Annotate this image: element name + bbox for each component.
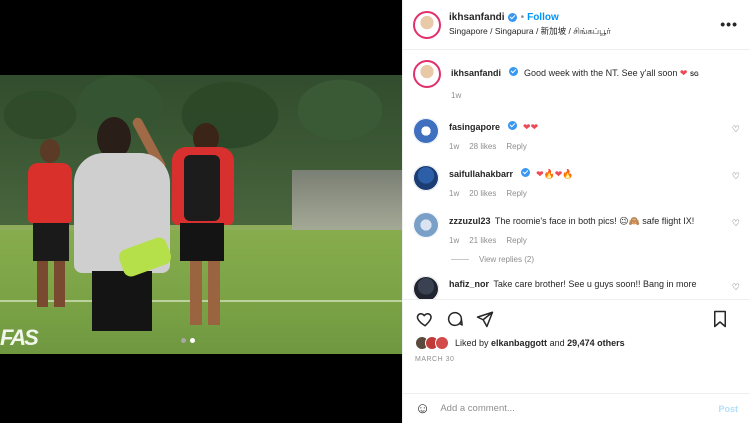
post-media[interactable]: FAS — [0, 0, 402, 423]
emoji-picker-icon[interactable]: ☺ — [415, 400, 430, 417]
carousel-indicator — [181, 338, 195, 343]
commenter-username[interactable]: zzzuzul23 — [449, 216, 491, 226]
verified-badge-icon — [508, 67, 518, 76]
post-side-panel: ikhsanfandi • Follow Singapore / Singapu… — [402, 0, 750, 423]
comment-item: hafiz_nor Take care brother! See u guys … — [413, 276, 740, 299]
player-left-shorts — [33, 223, 69, 261]
comments-list[interactable]: ikhsanfandi Good week with the NT. See y… — [403, 50, 750, 299]
comment-likes[interactable]: 21 likes — [469, 236, 496, 245]
like-heart-icon[interactable] — [415, 309, 435, 329]
comment-likes[interactable]: 20 likes — [469, 189, 496, 198]
comment-input[interactable] — [440, 403, 719, 414]
author-avatar[interactable] — [413, 10, 441, 39]
like-comment-heart-icon[interactable]: ♡ — [732, 124, 740, 135]
reply-button[interactable]: Reply — [506, 189, 526, 198]
coach-shorts — [92, 271, 152, 331]
comment-text: ❤🔥❤🔥 — [536, 169, 574, 179]
commenter-avatar[interactable] — [413, 165, 439, 191]
comment-time[interactable]: 1w — [449, 189, 459, 198]
commenter-avatar[interactable] — [413, 212, 439, 238]
post-header: ikhsanfandi • Follow Singapore / Singapu… — [403, 0, 750, 50]
heart-emoji-icon: ❤ — [679, 68, 688, 78]
header-separator: • — [520, 11, 525, 23]
caption-text: Good week with the NT. See y'all soon — [524, 68, 678, 78]
comment-bubble-icon[interactable] — [445, 309, 465, 329]
post-photo: FAS — [0, 75, 402, 354]
view-replies-label: View replies (2) — [479, 255, 534, 264]
reply-button[interactable]: Reply — [506, 142, 526, 151]
post-caption: ikhsanfandi Good week with the NT. See y… — [413, 60, 740, 100]
view-replies-button[interactable]: View replies (2) — [451, 255, 740, 264]
comment-item: zzzuzul23 The roomie's face in both pics… — [413, 212, 740, 245]
location-link[interactable]: Singapore / Singapura / 新加坡 / சிங்கப்பூர… — [449, 25, 611, 38]
verified-badge-icon — [507, 12, 517, 22]
carousel-dot-active[interactable] — [190, 338, 195, 343]
player-left-head — [40, 139, 60, 163]
author-username[interactable]: ikhsanfandi — [449, 12, 505, 23]
singapore-flag-icon: SG — [689, 72, 699, 78]
comment-text: Take care brother! See u guys soon!! Ban… — [493, 279, 697, 289]
fas-logo-watermark: FAS — [0, 325, 39, 350]
commenter-username[interactable]: hafiz_nor — [449, 279, 489, 289]
verified-badge-icon — [507, 121, 517, 130]
comment-likes[interactable]: 28 likes — [469, 142, 496, 151]
post-comment-button[interactable]: Post — [718, 404, 738, 414]
caption-username[interactable]: ikhsanfandi — [451, 68, 501, 78]
comment-text: ❤❤ — [523, 122, 539, 132]
comment-item: fasingapore ❤❤ 1w 28 likes Reply ♡ — [413, 118, 740, 151]
comment-time[interactable]: 1w — [449, 236, 459, 245]
caption-time[interactable]: 1w — [451, 91, 461, 100]
liked-by-avatars[interactable] — [415, 336, 449, 350]
liked-by-prefix: Liked by — [455, 338, 489, 348]
commenter-username[interactable]: saifullahakbarr — [449, 169, 513, 179]
view-replies-dash — [451, 259, 469, 260]
liked-by-row: Liked by elkanbaggott and 29,474 others — [415, 336, 738, 350]
post-date[interactable]: MARCH 30 — [415, 356, 738, 363]
like-comment-heart-icon[interactable]: ♡ — [732, 218, 740, 229]
add-comment-bar: ☺ Post — [403, 393, 750, 423]
post-actions: Liked by elkanbaggott and 29,474 others … — [403, 299, 750, 393]
reply-button[interactable]: Reply — [506, 236, 526, 245]
liker-avatar[interactable] — [435, 336, 449, 350]
save-bookmark-icon[interactable] — [710, 309, 730, 329]
follow-button[interactable]: Follow — [527, 12, 559, 23]
caption-avatar[interactable] — [413, 60, 441, 88]
more-options-icon[interactable]: ••• — [720, 16, 738, 32]
liked-by-connector: and — [549, 338, 565, 348]
commenter-avatar[interactable] — [413, 276, 439, 299]
commenter-avatar[interactable] — [413, 118, 439, 144]
like-comment-heart-icon[interactable]: ♡ — [732, 282, 740, 293]
player-right-shorts — [180, 223, 224, 261]
commenter-username[interactable]: fasingapore — [449, 122, 500, 132]
player-left-shirt — [28, 163, 72, 223]
share-paper-plane-icon[interactable] — [475, 309, 495, 329]
comment-text: The roomie's face in both pics! 😉🙈 safe … — [494, 216, 695, 226]
like-comment-heart-icon[interactable]: ♡ — [732, 171, 740, 182]
player-right-vest — [184, 155, 220, 221]
comment-time[interactable]: 1w — [449, 142, 459, 151]
photo-building — [292, 170, 402, 230]
carousel-dot[interactable] — [181, 338, 186, 343]
liked-by-others[interactable]: 29,474 others — [567, 338, 625, 348]
player-left-legs — [37, 261, 65, 307]
liked-by-user[interactable]: elkanbaggott — [491, 338, 547, 348]
verified-badge-icon — [520, 168, 530, 177]
comment-item: saifullahakbarr ❤🔥❤🔥 1w 20 likes Reply ♡ — [413, 165, 740, 198]
player-right-legs — [190, 261, 220, 325]
